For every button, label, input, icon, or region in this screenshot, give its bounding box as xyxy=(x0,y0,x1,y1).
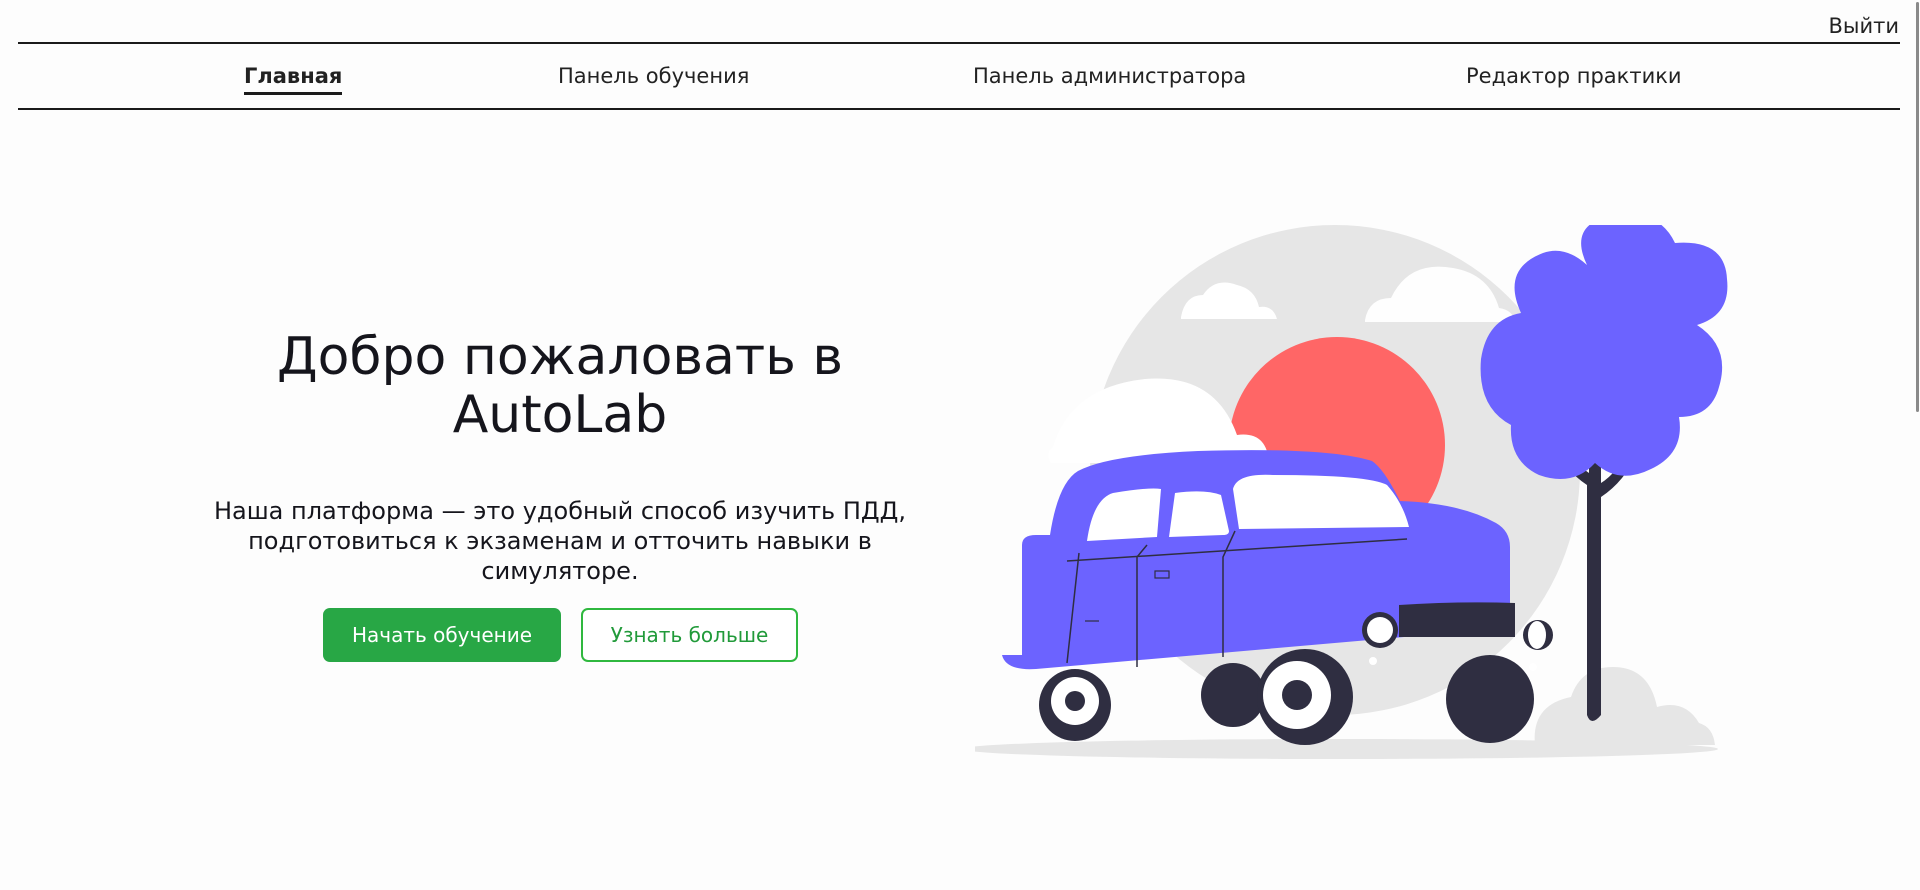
hero-description-line-1: Наша платформа — это удобный способ изуч… xyxy=(213,497,907,525)
learn-more-button[interactable]: Узнать больше xyxy=(581,608,798,662)
scrollbar[interactable] xyxy=(1914,0,1920,890)
bush-icon xyxy=(1534,667,1715,745)
nav-item-admin-panel[interactable]: Панель администратора xyxy=(973,66,1246,87)
hero-title-line-1: Добро пожаловать в xyxy=(276,327,844,387)
page: Выйти Главная Панель обучения Панель адм… xyxy=(0,0,1920,890)
start-learning-button[interactable]: Начать обучение xyxy=(323,608,561,662)
nav-item-learning-panel[interactable]: Панель обучения xyxy=(558,66,749,87)
nav-item-practice-editor[interactable]: Редактор практики xyxy=(1466,66,1682,87)
car-illustration xyxy=(975,225,1728,759)
hero-description-line-3: симуляторе. xyxy=(481,557,639,585)
hero-description: Наша платформа — это удобный способ изуч… xyxy=(195,496,925,586)
hero-description-line-2: подготовиться к экзаменам и отточить нав… xyxy=(248,527,872,555)
hero-title-line-2: AutoLab xyxy=(452,385,668,445)
nav-item-home[interactable]: Главная xyxy=(244,66,343,95)
main-nav: Главная Панель обучения Панель администр… xyxy=(18,42,1900,110)
scrollbar-thumb[interactable] xyxy=(1916,2,1919,412)
hero-title: Добро пожаловать в AutoLab xyxy=(210,328,910,444)
logout-link[interactable]: Выйти xyxy=(1828,16,1899,37)
